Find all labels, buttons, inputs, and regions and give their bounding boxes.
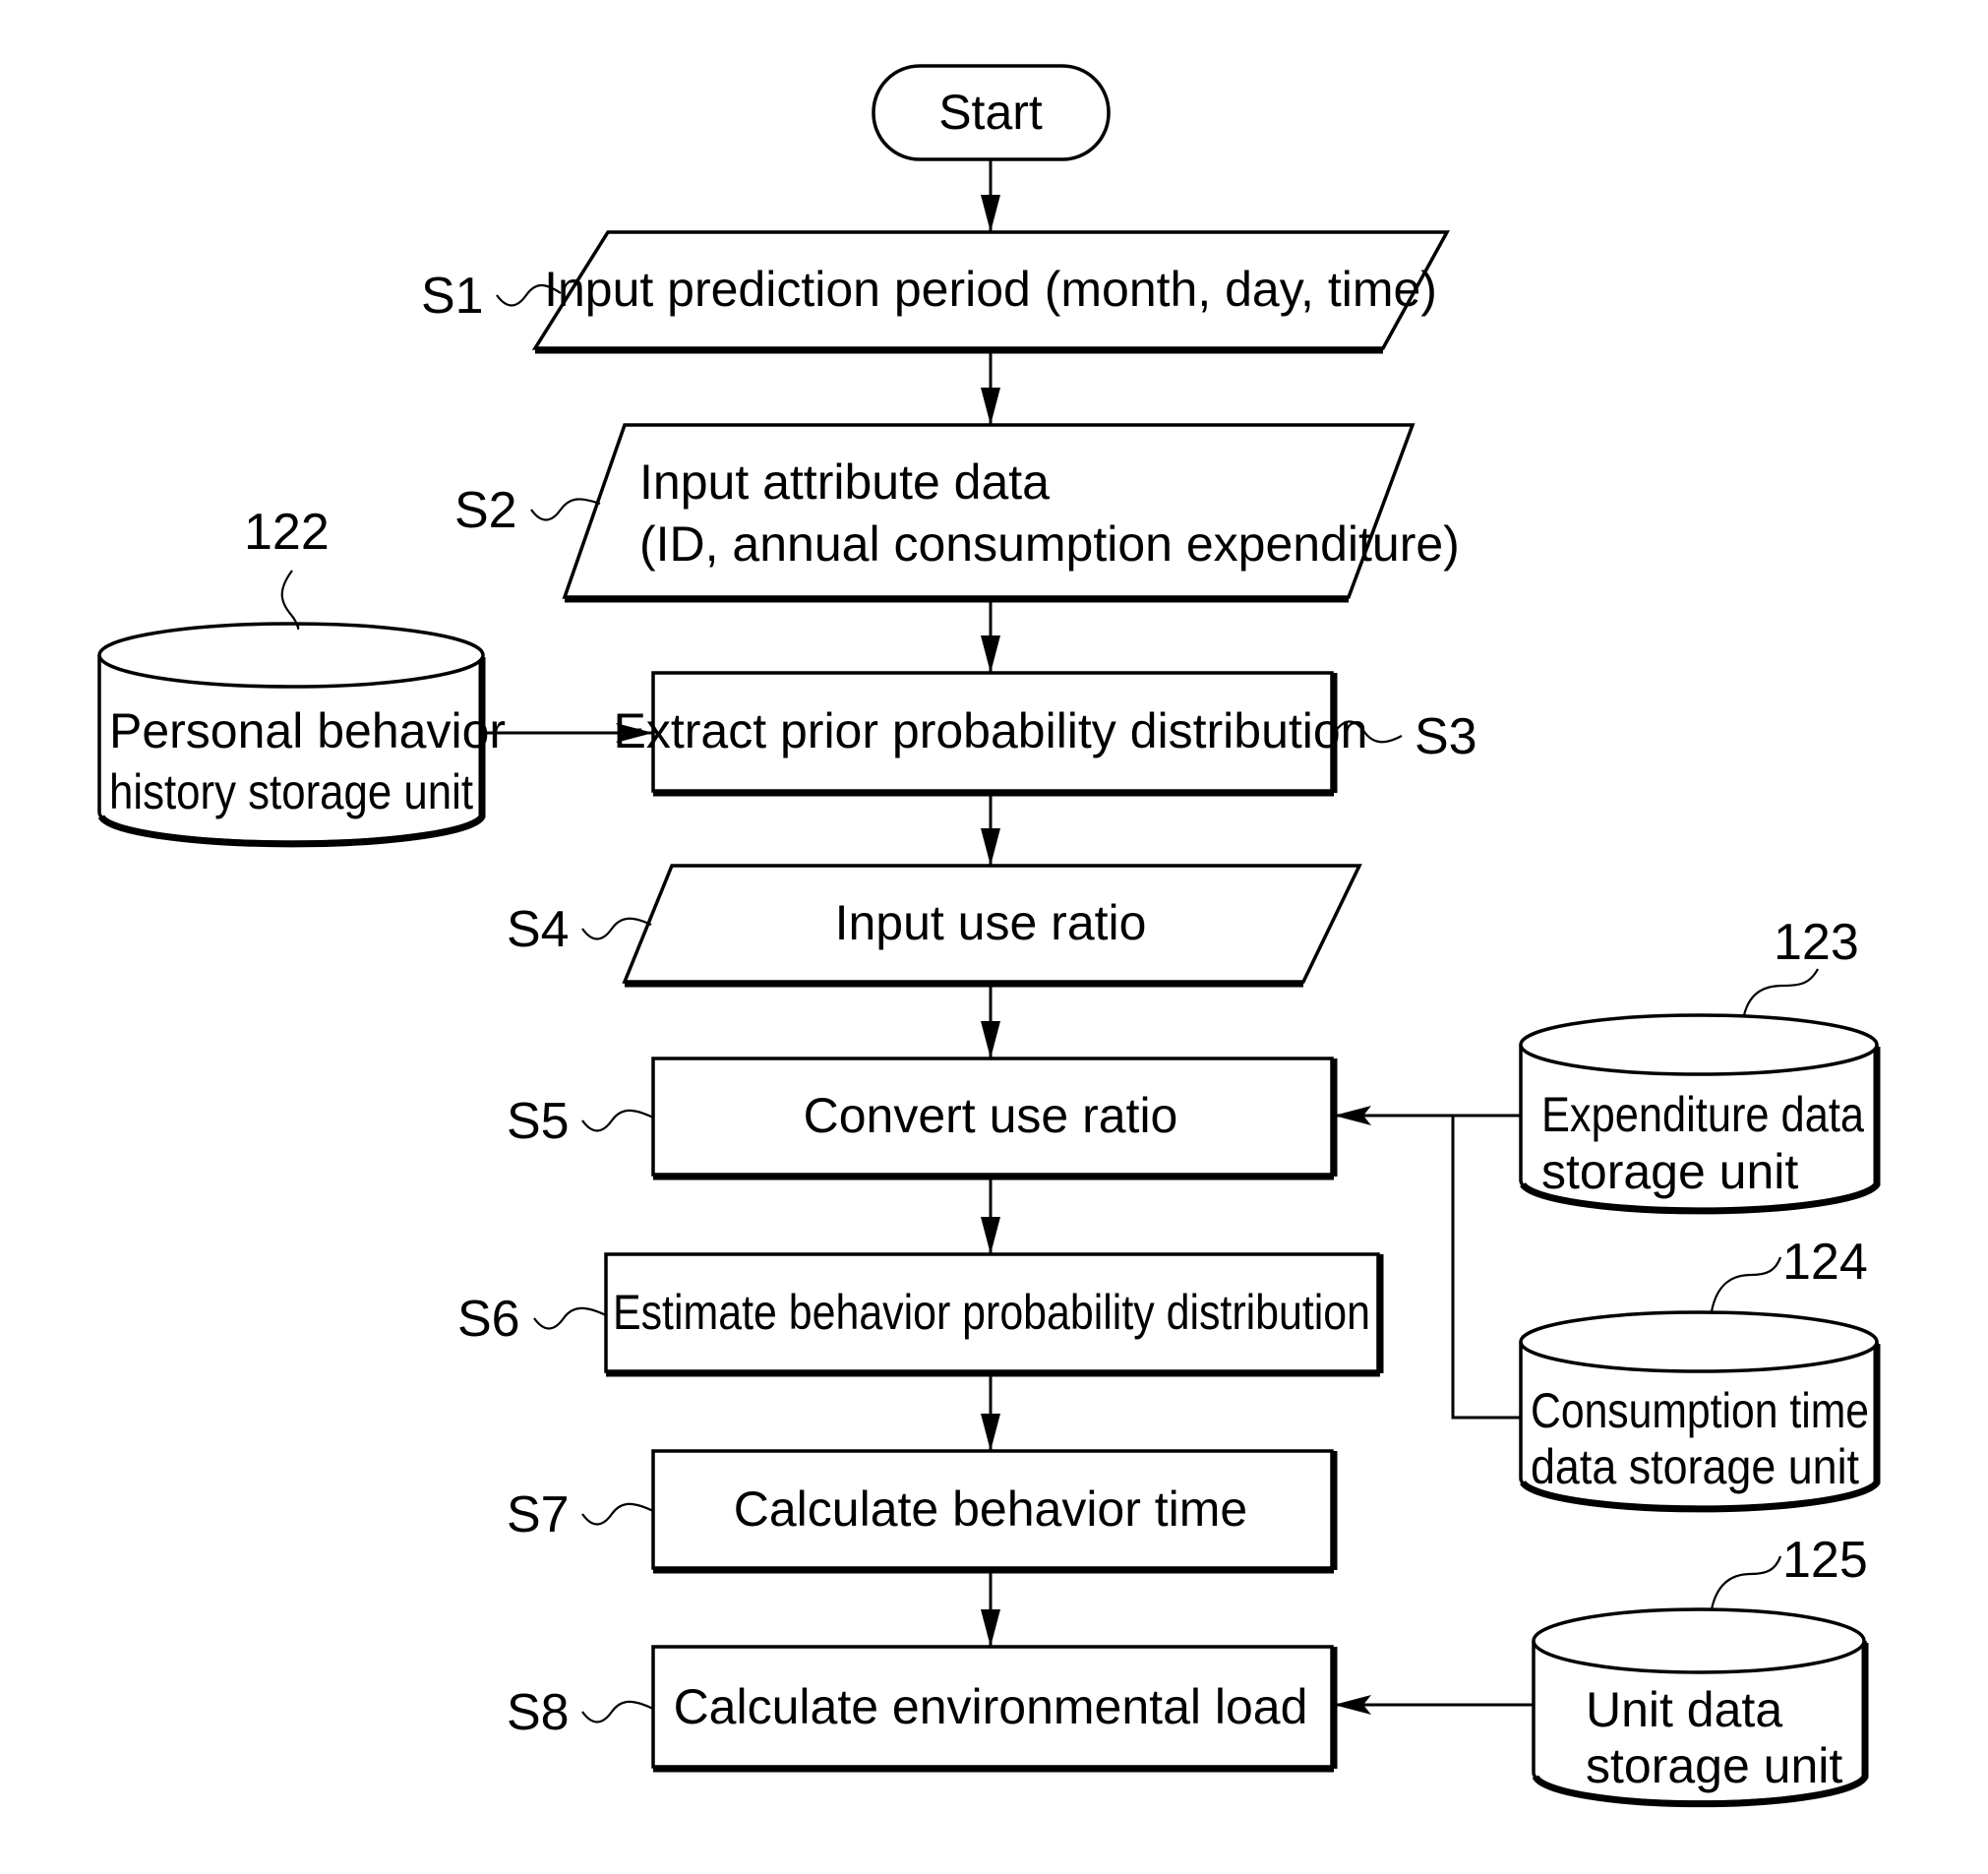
storage-124: Consumption time data storage unit 124: [1519, 1234, 1881, 1513]
step-s8-text: Calculate environmental load: [674, 1679, 1308, 1734]
step-s7-id: S7: [507, 1486, 654, 1543]
leader-s5: [581, 1109, 654, 1132]
step-s7-text: Calculate behavior time: [734, 1481, 1248, 1537]
step-s3: Extract prior probability distribution: [614, 671, 1368, 797]
step-s8-label: S8: [507, 1684, 570, 1741]
connector-124-s5: [1451, 1116, 1521, 1420]
storage-125-text-line1: Unit data: [1586, 1682, 1782, 1737]
step-s2-label: S2: [454, 482, 517, 539]
storage-122-text-line2: history storage unit: [109, 764, 473, 819]
storage-122: Personal behavior history storage unit 1…: [97, 504, 506, 848]
step-s2: Input attribute data (ID, annual consump…: [562, 423, 1460, 603]
storage-125: Unit data storage unit 125: [1532, 1532, 1869, 1808]
storage-122-ref: 122: [244, 504, 330, 561]
step-s3-label: S3: [1415, 708, 1477, 765]
step-s6: Estimate behavior probability distributi…: [604, 1252, 1384, 1377]
leader-123: [1742, 968, 1819, 1016]
step-s4-text: Input use ratio: [835, 895, 1147, 950]
start-terminal: Start: [872, 64, 1111, 161]
storage-125-text-line2: storage unit: [1586, 1738, 1842, 1793]
step-s5: Convert use ratio: [651, 1057, 1338, 1180]
leader-s4: [581, 917, 652, 940]
flowchart: Start Input prediction period (month, da…: [97, 64, 1881, 1808]
step-s8: Calculate environmental load: [651, 1645, 1338, 1773]
step-s2-text-line1: Input attribute data: [639, 454, 1050, 510]
storage-123: Expenditure data storage unit 123: [1519, 914, 1881, 1215]
step-s1-id: S1: [421, 268, 562, 325]
start-label: Start: [938, 85, 1043, 140]
leader-s7: [581, 1502, 654, 1526]
step-s3-text: Extract prior probability distribution: [614, 703, 1368, 758]
step-s6-text: Estimate behavior probability distributi…: [613, 1285, 1370, 1340]
leader-125: [1710, 1555, 1782, 1610]
storage-124-text-line2: data storage unit: [1531, 1439, 1859, 1494]
leader-s2: [530, 498, 601, 521]
step-s6-id: S6: [457, 1291, 607, 1348]
step-s7: Calculate behavior time: [651, 1449, 1338, 1574]
arrowhead-s7-s8: [981, 1609, 1000, 1647]
step-s2-text-line2: (ID, annual consumption expenditure): [639, 516, 1460, 572]
step-s4-label: S4: [507, 901, 570, 958]
leader-122: [280, 570, 300, 630]
step-s7-label: S7: [507, 1486, 570, 1543]
step-s2-id: S2: [454, 482, 601, 539]
leader-s6: [533, 1306, 607, 1330]
arrowhead-s4-s5: [981, 1021, 1000, 1058]
storage-123-text-line1: Expenditure data: [1541, 1087, 1864, 1142]
arrowhead-s1-s2: [981, 388, 1000, 425]
step-s6-label: S6: [457, 1291, 520, 1348]
leader-124: [1710, 1256, 1782, 1312]
step-s5-text: Convert use ratio: [804, 1088, 1178, 1143]
step-s5-label: S5: [507, 1093, 570, 1150]
storage-123-ref: 123: [1774, 914, 1859, 971]
step-s4: Input use ratio: [622, 864, 1362, 988]
step-s4-id: S4: [507, 901, 652, 958]
arrowhead-s3-s4: [981, 828, 1000, 866]
storage-125-ref: 125: [1782, 1532, 1868, 1589]
step-s1-label: S1: [421, 268, 484, 325]
step-s5-id: S5: [507, 1093, 654, 1150]
step-s1: Input prediction period (month, day, tim…: [531, 230, 1450, 354]
arrowhead-start-s1: [981, 195, 1000, 232]
storage-122-text-line1: Personal behavior: [109, 703, 506, 758]
storage-124-ref: 124: [1782, 1234, 1868, 1291]
arrowhead-s2-s3: [981, 635, 1000, 673]
arrowhead-s5-s6: [981, 1217, 1000, 1254]
storage-124-text-line1: Consumption time: [1531, 1383, 1869, 1438]
leader-s8: [581, 1700, 654, 1723]
arrowhead-s6-s7: [981, 1414, 1000, 1451]
storage-123-text-line2: storage unit: [1541, 1144, 1798, 1199]
step-s1-text: Input prediction period (month, day, tim…: [544, 262, 1437, 317]
step-s8-id: S8: [507, 1684, 654, 1741]
